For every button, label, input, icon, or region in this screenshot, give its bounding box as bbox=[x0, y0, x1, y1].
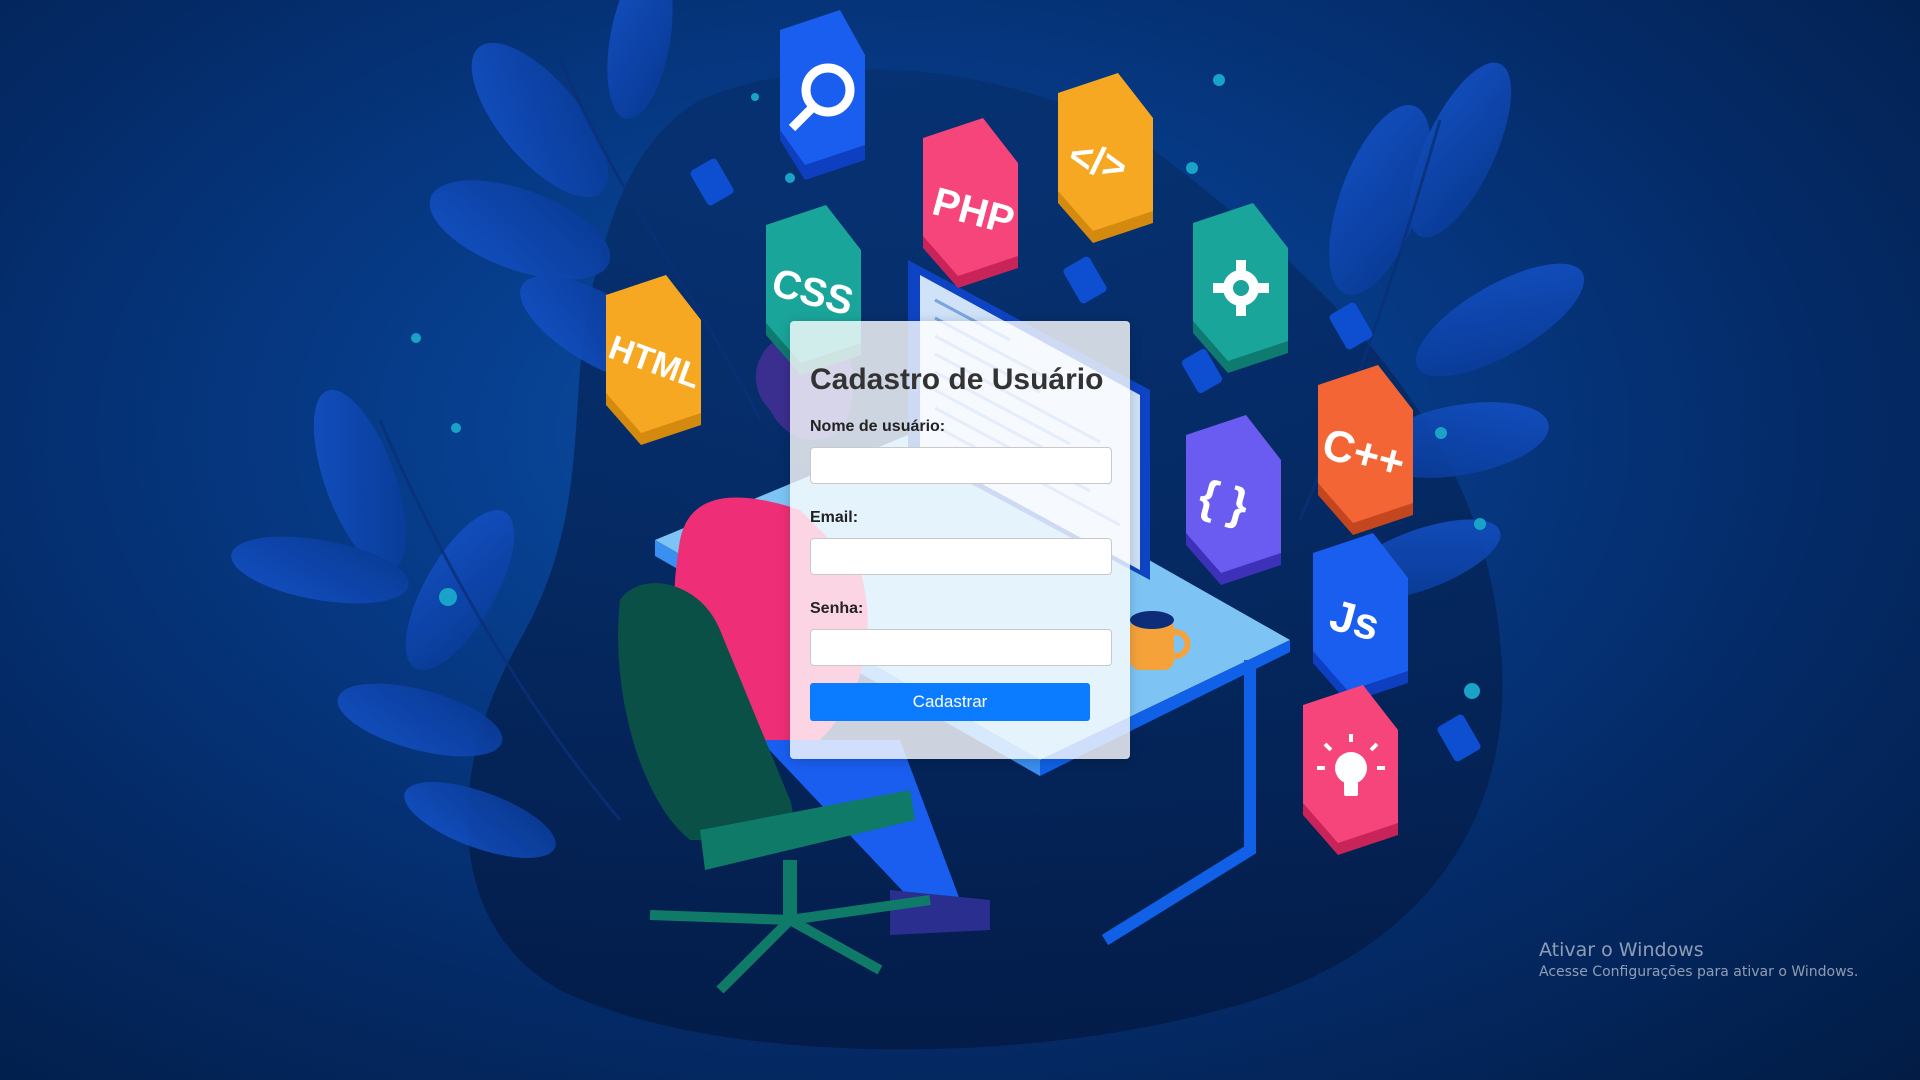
watermark-subtitle: Acesse Configurações para ativar o Windo… bbox=[1539, 964, 1859, 980]
watermark-title: Ativar o Windows bbox=[1539, 939, 1704, 961]
password-label: Senha: bbox=[810, 600, 864, 617]
email-input[interactable] bbox=[810, 538, 1112, 575]
username-input[interactable] bbox=[810, 447, 1112, 484]
code-badge: </> bbox=[1058, 73, 1153, 243]
form-title: Cadastro de Usuário bbox=[810, 363, 1104, 396]
email-label: Email: bbox=[810, 509, 859, 526]
registration-form-card: Cadastro de Usuário Nome de usuário: Ema… bbox=[790, 321, 1130, 759]
windows-activation-watermark: Ativar o Windows Acesse Configurações pa… bbox=[1539, 938, 1858, 982]
search-badge bbox=[780, 10, 865, 180]
register-button[interactable]: Cadastrar bbox=[810, 683, 1090, 721]
username-label: Nome de usuário: bbox=[810, 418, 946, 435]
gear-badge bbox=[1193, 203, 1288, 373]
password-input[interactable] bbox=[810, 629, 1112, 666]
